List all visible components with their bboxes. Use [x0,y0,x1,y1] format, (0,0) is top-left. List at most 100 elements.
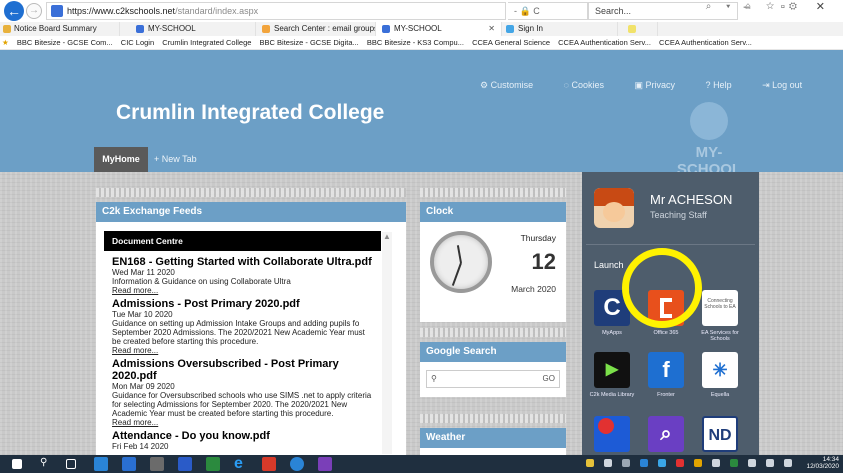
tab-my-school[interactable]: MY-SCHOOL [120,22,256,36]
privacy-link[interactable]: ▣ Privacy [635,80,690,90]
feed-item-description: Guidance on setting up Admission Intake … [112,318,365,347]
tile-label: Office 365 [653,330,679,336]
help-link[interactable]: ? Help [706,80,746,90]
search-icon[interactable]: ⚲ [40,457,54,471]
tray-icon[interactable] [604,459,612,467]
forward-button[interactable]: → [26,3,42,19]
tray-icon[interactable] [640,459,648,467]
panel-title: Weather [420,428,566,448]
favorite-link[interactable]: BBC Bitesize - KS3 Compu... [367,38,464,47]
new-tab-button[interactable] [618,22,658,36]
word-icon[interactable] [178,457,192,471]
tab-my-school-active[interactable]: MY-SCHOOL ✕ [376,22,502,36]
read-more-link[interactable]: Read more... [112,346,374,355]
battery-icon[interactable] [784,459,792,467]
internet-explorer-icon[interactable]: e [234,456,248,472]
tab-label: MY-SCHOOL [394,24,442,33]
feed-item-title[interactable]: Admissions - Post Primary 2020.pdf [112,298,374,310]
myschool-icon [382,25,390,33]
favorite-link[interactable]: CCEA Authentication Serv... [558,38,651,47]
tray-icon[interactable] [694,459,702,467]
favorite-link[interactable]: BBC Bitesize - GCSE Digita... [260,38,359,47]
tab-sign-in[interactable]: Sign In [502,22,618,36]
outlook-icon[interactable] [122,457,136,471]
publisher-icon[interactable] [206,457,220,471]
tab-myhome[interactable]: MyHome [94,147,148,172]
app-icon[interactable] [150,457,164,471]
equella-tile[interactable]: ✳ [702,352,738,388]
tray-icon[interactable] [658,459,666,467]
app-tile[interactable]: ⌕ [648,416,684,452]
myapps-icon: C [603,294,621,321]
cookies-label: Cookies [571,80,604,90]
feed-item: Attendance - Do you know.pdf Fri Feb 14 … [112,430,374,451]
tray-icon[interactable] [622,459,630,467]
header-links: ⚙ Customise ◌ Cookies ▣ Privacy ? Help ⇥… [480,80,830,91]
tab-label: Notice Board Summary [14,24,97,33]
browser-toolbar-icons[interactable]: ⌕ ▾ ⌂ ☆ ⚙ [706,1,803,12]
favorite-link[interactable]: CCEA General Science [472,38,550,47]
favorite-link[interactable]: Crumlin Integrated College [162,38,251,47]
wrench-icon: ⌕ [660,423,672,445]
onenote-icon[interactable] [318,457,332,471]
network-icon[interactable] [748,459,756,467]
feed-scrollbar[interactable]: ▲ [382,232,392,454]
back-button[interactable]: ← [4,1,24,21]
tile-label: Fronter [657,392,675,398]
media-library-tile[interactable]: ▶ [594,352,630,388]
tray-icon[interactable] [676,459,684,467]
feed-item-title[interactable]: Attendance - Do you know.pdf [112,430,374,442]
avatar[interactable] [594,188,634,228]
favorites-bar: ★ BBC Bitesize - GCSE Com... CIC Login C… [0,36,843,50]
privacy-label: Privacy [645,80,676,90]
tile-label: MyApps [602,330,622,336]
read-more-link[interactable]: Read more... [112,418,374,427]
favorite-star-icon[interactable]: ★ [2,38,9,47]
tray-icon[interactable] [730,459,738,467]
document-centre-header: Document Centre [104,231,381,251]
feed-item-date: Tue Mar 10 2020 [112,309,173,319]
close-tab-icon[interactable]: ✕ [488,22,495,36]
my-school-logo: MY-SCHOOL [664,102,754,178]
favorite-link[interactable]: BBC Bitesize - GCSE Com... [17,38,113,47]
feed-item-title[interactable]: Admissions Oversubscribed - Post Primary… [112,358,374,382]
go-button[interactable]: GO [543,371,555,387]
file-explorer-icon[interactable] [94,457,108,471]
logout-link[interactable]: ⇥ Log out [762,80,816,90]
powerpoint-icon[interactable] [262,457,276,471]
panel-title: Google Search [420,342,566,362]
tab-label: Search Center : email groups [274,24,376,33]
avatar-face [603,202,625,222]
tray-icon[interactable] [586,459,594,467]
college-name: Crumlin Integrated College [116,101,385,124]
tab-search-center[interactable]: Search Center : email groups [256,22,376,36]
app-tile[interactable] [594,416,630,452]
taskbar-clock[interactable]: 14:34 12/03/2020 [806,456,839,470]
feed-item: EN168 - Getting Started with Collaborate… [112,256,374,296]
customise-link[interactable]: ⚙ Customise [480,80,547,90]
tab-notice-board[interactable]: Notice Board Summary [0,22,120,36]
feed-item-date: Fri Feb 14 2020 [112,441,169,451]
volume-icon[interactable] [766,459,774,467]
nd-tile[interactable]: ND [702,416,738,452]
add-new-tab-link[interactable]: + New Tab [154,147,197,172]
launch-heading: Launch [594,260,624,270]
feed-item-title[interactable]: EN168 - Getting Started with Collaborate… [112,256,374,268]
feed-item-date: Mon Mar 09 2020 [112,381,175,391]
windows-start-icon[interactable] [12,459,22,469]
task-view-icon[interactable] [66,459,76,469]
google-search-input[interactable]: ⚲ GO [426,370,560,388]
tile-label: EA Services for Schools [701,330,739,342]
ea-services-tile[interactable]: Connecting Schools to EA [702,290,738,326]
app-icon[interactable] [290,457,304,471]
favorite-link[interactable]: CCEA Authentication Serv... [659,38,752,47]
read-more-link[interactable]: Read more... [112,286,374,295]
address-actions[interactable]: - 🔒 C [508,2,588,20]
divider [586,244,755,245]
tray-icon[interactable] [712,459,720,467]
cookies-link[interactable]: ◌ Cookies [564,80,618,90]
fronter-tile[interactable]: f [648,352,684,388]
url-field[interactable]: https://www.c2kschools.net/standard/inde… [46,2,506,20]
favorite-link[interactable]: CIC Login [121,38,154,47]
clock-minute-hand [452,262,462,286]
